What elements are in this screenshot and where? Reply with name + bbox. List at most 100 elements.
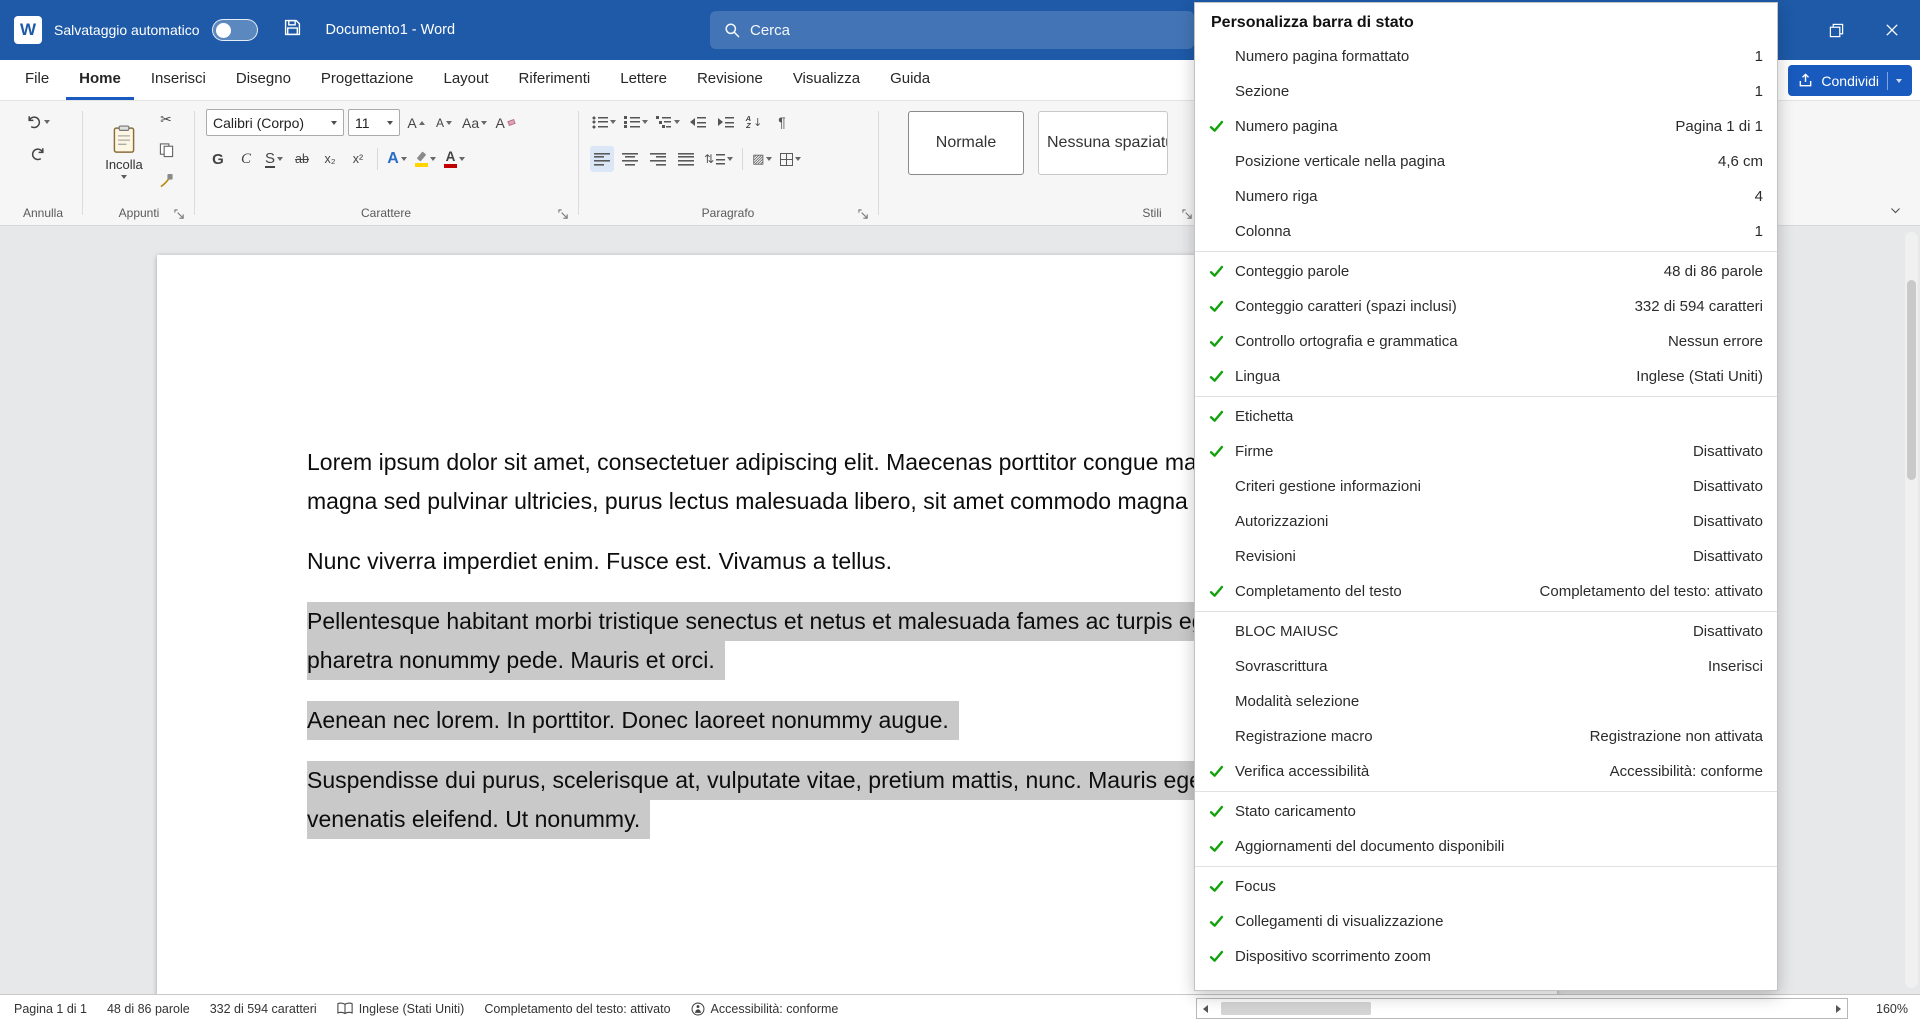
- copy-button[interactable]: [154, 137, 178, 163]
- vertical-scrollbar[interactable]: [1905, 232, 1918, 988]
- font-size-select[interactable]: 11: [348, 109, 400, 136]
- clear-formatting-button[interactable]: A: [493, 110, 517, 136]
- close-window-button[interactable]: [1864, 0, 1920, 60]
- status-menu-item[interactable]: Stato caricamento: [1195, 794, 1777, 829]
- strikethrough-button[interactable]: ab: [290, 146, 314, 172]
- superscript-button[interactable]: x²: [346, 146, 370, 172]
- carattere-dialog-launcher[interactable]: [558, 209, 569, 220]
- zoom-level[interactable]: 160%: [1876, 995, 1908, 1022]
- status-menu-item[interactable]: Registrazione macroRegistrazione non att…: [1195, 719, 1777, 754]
- align-right-button[interactable]: [646, 146, 670, 172]
- status-menu-item[interactable]: Criteri gestione informazioniDisattivato: [1195, 469, 1777, 504]
- subscript-button[interactable]: x₂: [318, 146, 342, 172]
- scrollbar-thumb[interactable]: [1221, 1002, 1371, 1015]
- tab-lettere[interactable]: Lettere: [607, 60, 680, 100]
- status-menu-item[interactable]: Sezione1: [1195, 74, 1777, 109]
- multilevel-list-button[interactable]: [654, 109, 682, 135]
- tab-layout[interactable]: Layout: [431, 60, 502, 100]
- style-card-normale[interactable]: Normale: [908, 111, 1024, 175]
- search-box[interactable]: Cerca: [710, 11, 1194, 49]
- status-menu-item[interactable]: Aggiornamenti del documento disponibili: [1195, 829, 1777, 864]
- tab-guida[interactable]: Guida: [877, 60, 943, 100]
- align-left-button[interactable]: [590, 146, 614, 172]
- statusbar-item[interactable]: Completamento del testo: attivato: [474, 995, 680, 1022]
- justify-button[interactable]: [674, 146, 698, 172]
- tab-disegno[interactable]: Disegno: [223, 60, 304, 100]
- status-menu-item[interactable]: FirmeDisattivato: [1195, 434, 1777, 469]
- statusbar-item[interactable]: 332 di 594 caratteri: [200, 995, 327, 1022]
- tab-visualizza[interactable]: Visualizza: [780, 60, 873, 100]
- show-paragraph-marks-button[interactable]: ¶: [770, 109, 794, 135]
- scrollbar-thumb[interactable]: [1907, 280, 1916, 480]
- underline-button[interactable]: S: [262, 146, 286, 172]
- statusbar-item[interactable]: Inglese (Stati Uniti): [327, 995, 475, 1022]
- status-menu-item[interactable]: Etichetta: [1195, 399, 1777, 434]
- cut-button[interactable]: ✂: [154, 107, 178, 133]
- bullet-list-button[interactable]: [590, 109, 618, 135]
- status-menu-item[interactable]: SovrascritturaInserisci: [1195, 649, 1777, 684]
- status-menu-item[interactable]: Controllo ortografia e grammaticaNessun …: [1195, 324, 1777, 359]
- shading-button[interactable]: ▨: [750, 146, 774, 172]
- increase-indent-button[interactable]: [714, 109, 738, 135]
- numbered-list-button[interactable]: [622, 109, 650, 135]
- stili-dialog-launcher[interactable]: [1182, 209, 1193, 220]
- status-menu-item[interactable]: Collegamenti di visualizzazione: [1195, 904, 1777, 939]
- font-name-select[interactable]: Calibri (Corpo): [206, 109, 344, 136]
- word-app-icon[interactable]: W: [14, 16, 42, 44]
- text-effects-button[interactable]: A: [385, 146, 409, 172]
- scroll-left-arrow[interactable]: [1203, 1005, 1208, 1013]
- highlight-color-button[interactable]: [413, 146, 438, 172]
- decrease-indent-button[interactable]: [686, 109, 710, 135]
- status-menu-item[interactable]: Numero riga4: [1195, 179, 1777, 214]
- status-menu-item[interactable]: LinguaInglese (Stati Uniti): [1195, 359, 1777, 394]
- share-button[interactable]: Condividi: [1788, 65, 1912, 96]
- tab-file[interactable]: File: [12, 60, 62, 100]
- status-menu-item[interactable]: Numero pagina formattato1: [1195, 39, 1777, 74]
- tab-riferimenti[interactable]: Riferimenti: [506, 60, 604, 100]
- tab-revisione[interactable]: Revisione: [684, 60, 776, 100]
- format-painter-button[interactable]: [154, 167, 178, 193]
- tab-home[interactable]: Home: [66, 60, 134, 100]
- redo-button[interactable]: [24, 141, 52, 167]
- paste-button[interactable]: Incolla: [96, 107, 152, 197]
- status-menu-item[interactable]: BLOC MAIUSCDisattivato: [1195, 614, 1777, 649]
- collapse-ribbon-button[interactable]: [1889, 204, 1902, 217]
- scroll-right-arrow[interactable]: [1836, 1005, 1841, 1013]
- status-menu-item[interactable]: Colonna1: [1195, 214, 1777, 249]
- status-menu-item[interactable]: Conteggio caratteri (spazi inclusi)332 d…: [1195, 289, 1777, 324]
- menu-item-label: Registrazione macro: [1235, 728, 1373, 745]
- statusbar-item[interactable]: 48 di 86 parole: [97, 995, 200, 1022]
- line-spacing-button[interactable]: ⇅: [702, 146, 735, 172]
- status-menu-item[interactable]: Posizione verticale nella pagina4,6 cm: [1195, 144, 1777, 179]
- status-menu-item[interactable]: RevisioniDisattivato: [1195, 539, 1777, 574]
- status-menu-item[interactable]: Completamento del testoCompletamento del…: [1195, 574, 1777, 609]
- font-color-button[interactable]: A: [442, 146, 467, 172]
- tab-inserisci[interactable]: Inserisci: [138, 60, 219, 100]
- status-menu-item[interactable]: Focus: [1195, 869, 1777, 904]
- status-menu-item[interactable]: Numero paginaPagina 1 di 1: [1195, 109, 1777, 144]
- paragrafo-dialog-launcher[interactable]: [858, 209, 869, 220]
- change-case-button[interactable]: Aa: [460, 110, 489, 136]
- status-menu-item[interactable]: Verifica accessibilitàAccessibilità: con…: [1195, 754, 1777, 789]
- italic-button[interactable]: C: [234, 146, 258, 172]
- horizontal-scrollbar[interactable]: [1196, 998, 1848, 1019]
- status-menu-item[interactable]: AutorizzazioniDisattivato: [1195, 504, 1777, 539]
- appunti-dialog-launcher[interactable]: [174, 209, 185, 220]
- autosave-toggle[interactable]: [212, 19, 258, 41]
- status-menu-item[interactable]: Dispositivo scorrimento zoom: [1195, 939, 1777, 974]
- undo-button[interactable]: [24, 109, 52, 135]
- save-button[interactable]: [276, 13, 310, 47]
- status-menu-item[interactable]: Conteggio parole48 di 86 parole: [1195, 254, 1777, 289]
- statusbar-item[interactable]: Pagina 1 di 1: [4, 995, 97, 1022]
- borders-button[interactable]: [778, 146, 803, 172]
- shrink-font-button[interactable]: A: [432, 110, 456, 136]
- status-menu-item[interactable]: Modalità selezione: [1195, 684, 1777, 719]
- style-card-nessuna-spaziatura[interactable]: Nessuna spaziatura: [1038, 111, 1168, 175]
- restore-window-button[interactable]: [1808, 0, 1864, 60]
- bold-button[interactable]: G: [206, 146, 230, 172]
- statusbar-item[interactable]: Accessibilità: conforme: [681, 995, 849, 1022]
- tab-progettazione[interactable]: Progettazione: [308, 60, 427, 100]
- sort-button[interactable]: AZ↓: [742, 109, 766, 135]
- align-center-button[interactable]: [618, 146, 642, 172]
- grow-font-button[interactable]: A: [404, 110, 428, 136]
